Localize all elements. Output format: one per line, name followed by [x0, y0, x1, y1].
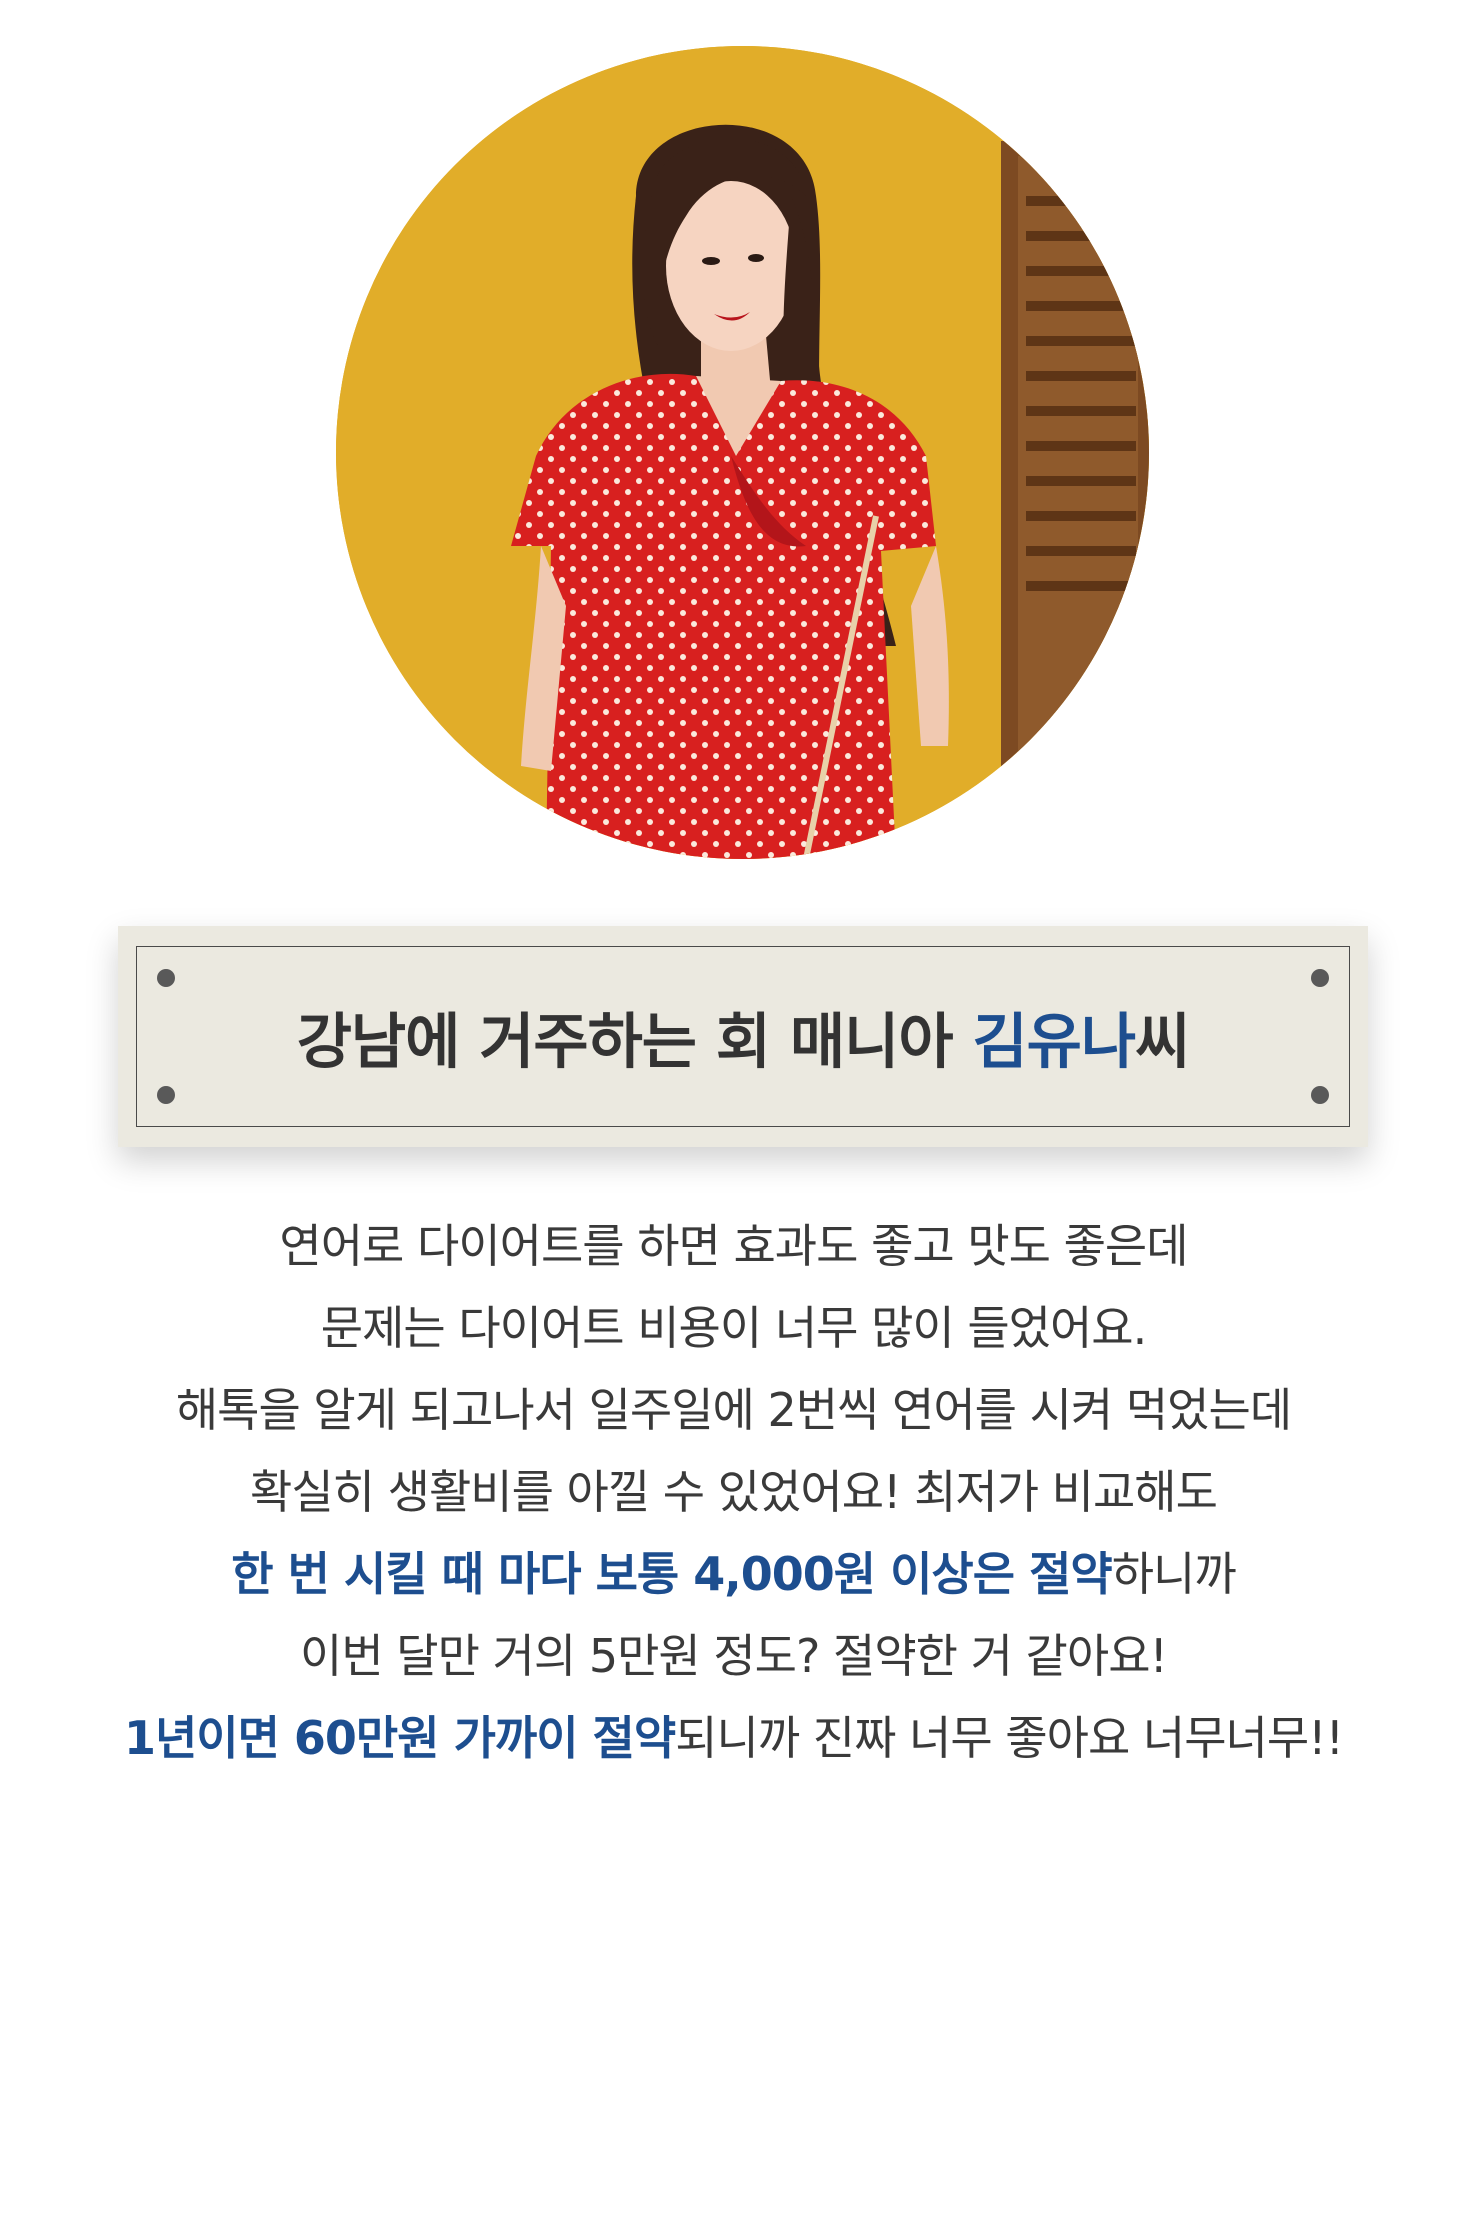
highlight-yearly-saving: 1년이면 60만원 가까이 절약 — [123, 1711, 676, 1765]
testimonial-line-rest: 되니까 진짜 너무 좋아요 너무너무!! — [675, 1711, 1344, 1765]
corner-dot-icon — [1311, 1086, 1329, 1104]
highlight-saving-per-order: 한 번 시킬 때 마다 보통 4,000원 이상은 절약 — [231, 1547, 1112, 1601]
testimonial-line: 연어로 다이어트를 하면 효과도 좋고 맛도 좋은데 — [279, 1219, 1188, 1273]
profile-photo — [336, 46, 1149, 859]
testimonial-line: 이번 달만 거의 5만원 정도? 절약한 거 같아요! — [300, 1629, 1168, 1683]
corner-dot-icon — [1311, 969, 1329, 987]
reviewer-title: 강남에 거주하는 회 매니아 김유나씨 — [137, 993, 1349, 1080]
corner-dot-icon — [157, 969, 175, 987]
name-banner-frame: 강남에 거주하는 회 매니아 김유나씨 — [136, 946, 1350, 1127]
testimonial-line: 1년이면 60만원 가까이 절약되니까 진짜 너무 좋아요 너무너무!! — [0, 1697, 1467, 1779]
woman-in-red-dress-illustration — [336, 46, 1149, 859]
testimonial-line: 해톡을 알게 되고나서 일주일에 2번씩 연어를 시켜 먹었는데 — [175, 1383, 1292, 1437]
testimonial-line-rest: 하니까 — [1111, 1547, 1237, 1601]
reviewer-description: 강남에 거주하는 회 매니아 — [296, 1007, 973, 1077]
testimonial-line: 문제는 다이어트 비용이 너무 많이 들었어요. — [320, 1301, 1148, 1355]
testimonial-line: 확실히 생활비를 아낄 수 있었어요! 최저가 비교해도 — [250, 1465, 1218, 1519]
corner-dot-icon — [157, 1086, 175, 1104]
reviewer-honorific: 씨 — [1135, 1007, 1190, 1077]
reviewer-name: 김유나 — [972, 1007, 1136, 1077]
testimonial-text: 연어로 다이어트를 하면 효과도 좋고 맛도 좋은데 문제는 다이어트 비용이 … — [0, 1205, 1467, 1779]
name-banner: 강남에 거주하는 회 매니아 김유나씨 — [118, 926, 1368, 1147]
testimonial-line: 한 번 시킬 때 마다 보통 4,000원 이상은 절약하니까 — [0, 1533, 1467, 1615]
